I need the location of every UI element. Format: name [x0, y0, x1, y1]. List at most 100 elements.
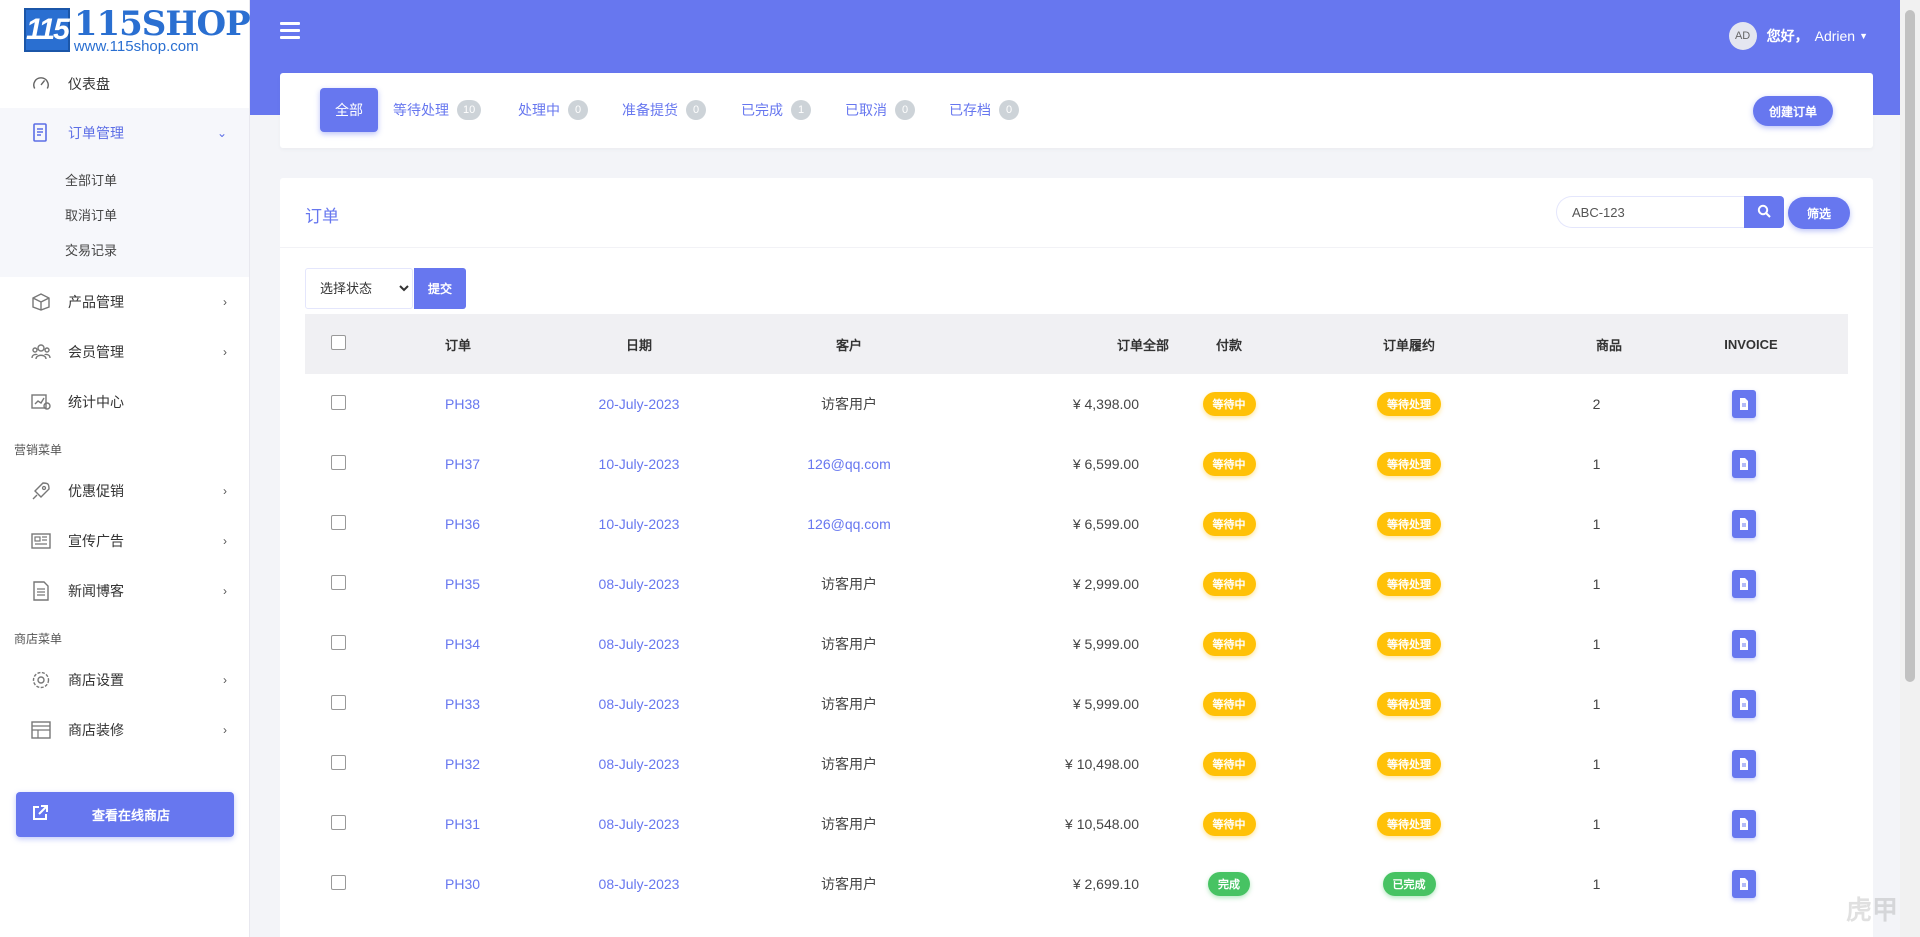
order-date-link[interactable]: 08-July-2023	[599, 696, 680, 712]
search-button[interactable]	[1744, 196, 1784, 228]
tab-all[interactable]: 全部	[320, 88, 378, 132]
item-count: 1	[1592, 516, 1601, 532]
order-date-link[interactable]: 08-July-2023	[599, 816, 680, 832]
invoice-button[interactable]	[1731, 810, 1756, 838]
rocket-icon	[30, 480, 52, 502]
row-checkbox[interactable]	[331, 575, 346, 590]
item-count: 1	[1592, 696, 1601, 712]
menu-toggle-icon[interactable]	[280, 22, 300, 40]
invoice-icon	[1739, 638, 1748, 650]
row-checkbox[interactable]	[331, 815, 346, 830]
subnav-transactions[interactable]: 交易记录	[0, 232, 249, 267]
orders-icon	[30, 122, 52, 144]
user-menu[interactable]: AD 您好， Adrien ▼	[1728, 22, 1868, 50]
greeting: 您好，	[1766, 28, 1809, 44]
invoice-button[interactable]	[1731, 630, 1756, 658]
sidebar-item-dashboard[interactable]: 仪表盘	[0, 60, 249, 108]
filter-button[interactable]: 筛选	[1788, 197, 1850, 229]
search-input[interactable]	[1556, 196, 1744, 228]
tab-ready-pickup[interactable]: 准备提货 0	[622, 88, 706, 132]
order-id-link[interactable]: PH36	[445, 516, 480, 532]
order-date-link[interactable]: 20-July-2023	[599, 396, 680, 412]
invoice-button[interactable]	[1731, 450, 1756, 478]
scrollbar-thumb[interactable]	[1905, 10, 1915, 682]
select-all-checkbox[interactable]	[331, 335, 346, 350]
sidebar-item-promotions[interactable]: 优惠促销 ›	[0, 466, 249, 516]
tab-cancelled[interactable]: 已取消 0	[845, 88, 915, 132]
payment-status-badge: 等待中	[1202, 752, 1256, 776]
order-id-link[interactable]: PH35	[445, 576, 480, 592]
tab-label: 已存档	[949, 102, 991, 118]
row-checkbox[interactable]	[331, 875, 346, 890]
invoice-button[interactable]	[1731, 690, 1756, 718]
customer-cell: 访客用户	[821, 696, 877, 712]
page-scrollbar[interactable]	[1900, 0, 1920, 937]
order-id-link[interactable]: PH34	[445, 636, 480, 652]
order-date-link[interactable]: 08-July-2023	[599, 756, 680, 772]
customer-cell: 访客用户	[821, 816, 877, 832]
table-header: 订单 日期 客户 订单全部 付款 订单履约 商品 INVOICE	[305, 314, 1848, 374]
sidebar-item-stats[interactable]: 统计中心	[0, 377, 249, 427]
row-checkbox[interactable]	[331, 395, 346, 410]
sidebar-item-ads[interactable]: 宣传广告 ›	[0, 516, 249, 566]
customer-cell[interactable]: 126@qq.com	[807, 456, 890, 472]
order-date-link[interactable]: 10-July-2023	[599, 516, 680, 532]
subnav-cancel-orders[interactable]: 取消订单	[0, 197, 249, 232]
tab-pending[interactable]: 等待处理 10	[393, 88, 482, 132]
subnav-all-orders[interactable]: 全部订单	[0, 162, 249, 197]
fulfillment-status-badge: 等待处理	[1377, 572, 1441, 596]
row-checkbox[interactable]	[331, 695, 346, 710]
chevron-right-icon: ›	[223, 723, 227, 737]
submit-button[interactable]: 提交	[414, 268, 466, 309]
tab-label: 已取消	[845, 102, 887, 118]
order-id-link[interactable]: PH30	[445, 876, 480, 892]
invoice-button[interactable]	[1731, 870, 1756, 898]
sidebar-item-label: 宣传广告	[68, 533, 124, 549]
tab-archived[interactable]: 已存档 0	[949, 88, 1019, 132]
customer-cell: 访客用户	[821, 876, 877, 892]
row-checkbox[interactable]	[331, 455, 346, 470]
row-checkbox[interactable]	[331, 635, 346, 650]
sidebar-item-products[interactable]: 产品管理 ›	[0, 277, 249, 327]
invoice-button[interactable]	[1731, 390, 1756, 418]
order-date-link[interactable]: 08-July-2023	[599, 576, 680, 592]
order-total: ¥ 2,699.10	[1072, 876, 1139, 892]
chevron-right-icon: ›	[223, 345, 227, 359]
order-id-link[interactable]: PH33	[445, 696, 480, 712]
row-checkbox[interactable]	[331, 755, 346, 770]
row-checkbox[interactable]	[331, 515, 346, 530]
order-id-link[interactable]: PH37	[445, 456, 480, 472]
order-id-link[interactable]: PH38	[445, 396, 480, 412]
order-id-link[interactable]: PH31	[445, 816, 480, 832]
create-order-button[interactable]: 创建订单	[1752, 96, 1833, 126]
tab-completed[interactable]: 已完成 1	[741, 88, 811, 132]
invoice-button[interactable]	[1731, 750, 1756, 778]
invoice-icon	[1739, 458, 1748, 470]
item-count: 1	[1592, 876, 1601, 892]
item-count: 2	[1592, 396, 1601, 412]
brand-logo[interactable]: 115 115SHOP www.115shop.com	[0, 0, 251, 60]
order-date-link[interactable]: 10-July-2023	[599, 456, 680, 472]
column-header: 订单	[445, 337, 472, 353]
tab-processing[interactable]: 处理中 0	[518, 88, 588, 132]
invoice-icon	[1739, 758, 1748, 770]
order-id-link[interactable]: PH32	[445, 756, 480, 772]
sidebar-item-label: 新闻博客	[68, 583, 124, 599]
sidebar-item-orders[interactable]: 订单管理 ⌄	[0, 108, 249, 158]
order-date-link[interactable]: 08-July-2023	[599, 876, 680, 892]
sidebar-item-members[interactable]: 会员管理 ›	[0, 327, 249, 377]
sidebar-item-store-settings[interactable]: 商店设置 ›	[0, 655, 249, 705]
status-select[interactable]: 选择状态	[305, 268, 413, 309]
sidebar-item-store-design[interactable]: 商店装修 ›	[0, 705, 249, 755]
sidebar-item-news[interactable]: 新闻博客 ›	[0, 566, 249, 616]
customer-cell[interactable]: 126@qq.com	[807, 516, 890, 532]
brand-name: 115SHOP	[73, 3, 251, 44]
invoice-button[interactable]	[1731, 510, 1756, 538]
sidebar-item-label: 订单管理	[68, 125, 124, 141]
table-row: PH32 08-July-2023 访客用户 ¥ 10,498.00 等待中 等待处理 1	[305, 734, 1848, 794]
payment-status-badge: 等待中	[1202, 572, 1256, 596]
order-date-link[interactable]: 08-July-2023	[599, 636, 680, 652]
chevron-right-icon: ›	[223, 673, 227, 687]
invoice-button[interactable]	[1731, 570, 1756, 598]
view-store-button[interactable]: 查看在线商店	[16, 792, 234, 837]
